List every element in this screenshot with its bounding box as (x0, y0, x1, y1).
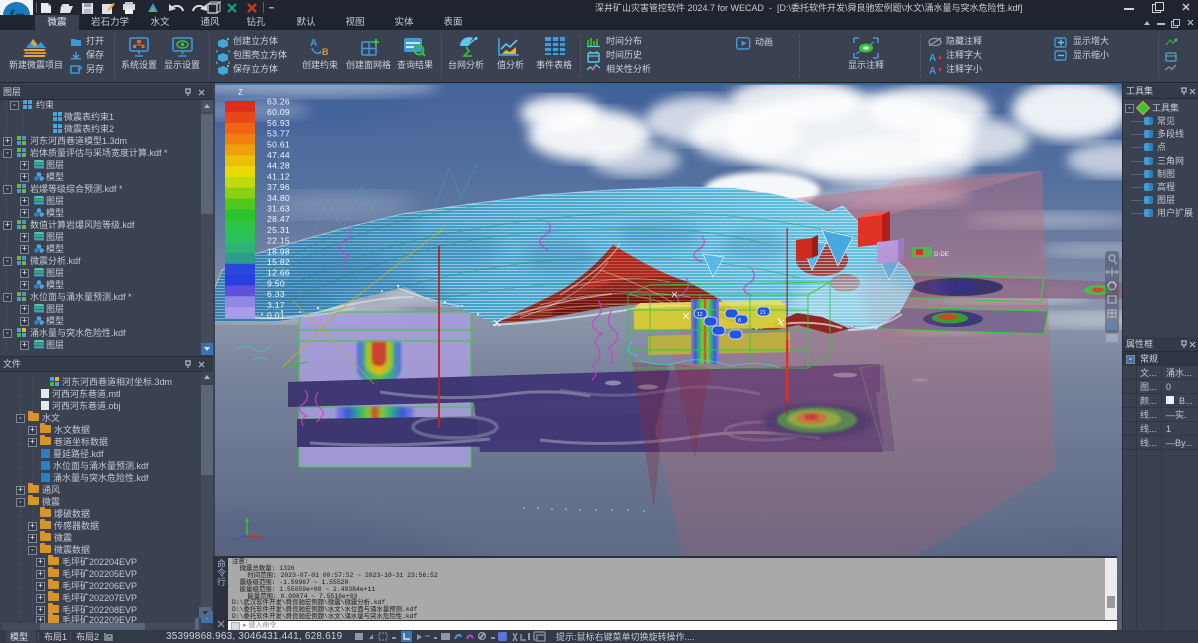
svg-text:37.96: 37.96 (267, 182, 290, 192)
svg-text:41.12: 41.12 (267, 171, 290, 181)
svg-text:12: 12 (697, 312, 703, 318)
svg-text:0.01: 0.01 (267, 311, 285, 321)
svg-text:3.17: 3.17 (267, 300, 285, 310)
svg-text:60.09: 60.09 (267, 107, 290, 117)
svg-text:31.63: 31.63 (267, 204, 290, 214)
svg-text:8: 8 (738, 318, 741, 324)
svg-text:22.15: 22.15 (267, 236, 290, 246)
svg-text:50.61: 50.61 (267, 139, 290, 149)
svg-text:15.82: 15.82 (267, 257, 290, 267)
svg-text:18.98: 18.98 (267, 246, 290, 256)
svg-text:6.33: 6.33 (267, 289, 285, 299)
svg-text:56.93: 56.93 (267, 118, 290, 128)
svg-text:47.44: 47.44 (267, 150, 290, 160)
svg-text:12.66: 12.66 (267, 268, 290, 278)
svg-text:44.28: 44.28 (267, 161, 290, 171)
svg-text:34.80: 34.80 (267, 193, 290, 203)
svg-text:53.77: 53.77 (267, 129, 290, 139)
svg-text:9.50: 9.50 (267, 278, 285, 288)
svg-text:A: A (929, 53, 936, 64)
svg-text:A: A (929, 66, 936, 75)
svg-text:25.31: 25.31 (267, 225, 290, 235)
svg-text:B: B (322, 47, 329, 57)
svg-text:21: 21 (760, 310, 766, 316)
svg-text:Z: Z (238, 88, 243, 97)
svg-text:A: A (310, 38, 317, 49)
svg-text:D-DE: D-DE (934, 252, 949, 258)
svg-text:28.47: 28.47 (267, 214, 290, 224)
svg-text:63.26: 63.26 (267, 97, 290, 107)
